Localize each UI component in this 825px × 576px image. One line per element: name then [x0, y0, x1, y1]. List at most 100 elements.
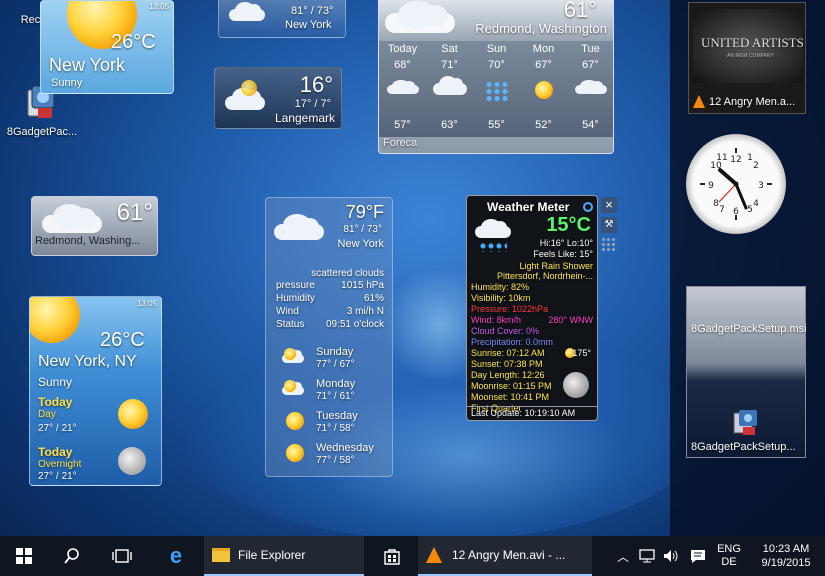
gadget-condition: Sunny	[51, 77, 83, 89]
gadget-condition: Sunny	[38, 375, 73, 389]
gadget-drag-handle[interactable]	[601, 237, 617, 253]
meter-visibility: Visibility: 10km	[471, 293, 531, 303]
edge-button[interactable]: e	[152, 536, 200, 576]
installer-icon	[731, 407, 761, 437]
sun-icon	[30, 297, 80, 343]
gadget-temp: 26°C	[111, 31, 156, 53]
keyboard-label: DE	[721, 556, 737, 568]
forecast-day: Today 68° 57°	[386, 43, 419, 131]
vlc-icon	[693, 95, 705, 108]
speaker-icon	[664, 550, 678, 562]
today-night-title: Today	[38, 445, 73, 459]
store-button[interactable]	[370, 536, 414, 576]
gadget-range: 81° / 73°	[343, 224, 382, 235]
video-thumbnail-gadget[interactable]: UNITED ARTISTS AN MGM COMPANY 12 Angry M…	[688, 2, 806, 114]
start-button[interactable]	[0, 536, 48, 576]
detail-value: 3 mi/h N	[346, 306, 384, 317]
detail-key: Status	[276, 319, 305, 330]
meter-wind: Wind: 8km/h	[471, 315, 522, 325]
action-center-button[interactable]	[686, 536, 710, 576]
gadget-settings-button[interactable]: ⚒	[601, 217, 617, 233]
today-night-sub: Overnight	[38, 459, 82, 470]
ua-title: UNITED ARTISTS	[701, 35, 804, 50]
meter-place: Pittersdorf, Nordrhein-...	[496, 271, 593, 281]
cloud-icon	[574, 79, 607, 94]
clock-button[interactable]: 10:23 AM 9/19/2015	[752, 536, 820, 576]
forecast-day: Tue 67° 54°	[567, 41, 613, 137]
weather-gadget-newyork-large[interactable]: 13:05 26°C New York, NY Sunny Today Day …	[29, 296, 162, 486]
meter-cloud: Cloud Cover: 0%	[471, 326, 540, 336]
sun-icon	[286, 444, 304, 462]
clock-time: 10:23 AM	[762, 543, 810, 555]
forecast-provider: Foreca	[383, 137, 418, 149]
moon-icon	[563, 372, 589, 398]
today-day-range: 27° / 21°	[38, 423, 77, 434]
detail-key: Humidity	[276, 293, 315, 304]
volume-button[interactable]	[660, 536, 682, 576]
refresh-icon[interactable]	[583, 202, 593, 212]
sun-icon	[241, 80, 257, 96]
meter-sunrise: Sunrise: 07:12 AM	[471, 348, 545, 358]
meter-precip: Precipitation: 0.0mm	[471, 337, 554, 347]
desktop-icon-label: 8GadgetPac...	[6, 126, 78, 138]
network-button[interactable]	[636, 536, 658, 576]
show-hidden-icons-button[interactable]: ︿	[614, 536, 632, 576]
notification-icon	[691, 550, 705, 563]
rain-drops-icon	[479, 242, 507, 252]
task-view-button[interactable]	[96, 536, 148, 576]
meter-title: Weather Meter	[487, 200, 570, 214]
weather-gadget-langemark[interactable]: 16° 17° / 7° Langemark	[214, 67, 342, 129]
forecast-days: Today 68° 57° Sat 71° 63° Sun 70° 55° Mo…	[379, 41, 613, 137]
weather-gadget-newyork-detail[interactable]: 79°F 81° / 73° New York scattered clouds…	[265, 197, 393, 477]
taskbar-vlc[interactable]: 12 Angry Men.avi - ...	[418, 536, 592, 576]
gadget-condition: scattered clouds	[311, 268, 384, 279]
gadget-temp: 16°	[299, 72, 333, 97]
analog-clock-gadget[interactable]: 12 3 6 9 10 11 1 2 4578	[686, 134, 786, 234]
svg-text:3: 3	[758, 181, 764, 191]
detail-value: 09:51 o'clock	[325, 319, 384, 330]
weather-gadget-newyork-small[interactable]: 13:05 26°C New York Sunny	[40, 0, 174, 94]
weather-gadget-redmond-small[interactable]: 61° Redmond, Washing...	[31, 196, 158, 256]
svg-text:1: 1	[747, 153, 753, 163]
windows-logo-icon	[16, 548, 32, 564]
search-button[interactable]	[48, 536, 96, 576]
meter-temp: 15°C	[546, 214, 591, 236]
gadget-time: 13:05	[136, 299, 157, 308]
gadget-sidebar: UNITED ARTISTS AN MGM COMPANY 12 Angry M…	[670, 0, 825, 536]
taskbar-file-explorer[interactable]: File Explorer	[204, 536, 364, 576]
gadget-city: Langemark	[274, 111, 335, 125]
chevron-up-icon: ︿	[616, 549, 629, 564]
sun-icon	[284, 348, 296, 360]
meter-daylength: Day Length: 12:26	[471, 370, 545, 380]
meter-wind-dir: 280° WNW	[548, 315, 593, 325]
svg-text:6: 6	[733, 207, 739, 217]
svg-text:2: 2	[753, 161, 759, 171]
input-language-button[interactable]: ENG DE	[712, 536, 746, 576]
file-name-2: 8GadgetPackSetup...	[691, 441, 796, 453]
svg-text:8: 8	[713, 199, 719, 209]
today-day-title: Today	[38, 395, 73, 409]
sun-icon	[118, 399, 148, 429]
cloud-icon	[225, 87, 265, 110]
meter-hilo: Hi:16° Lo:10°	[539, 238, 593, 248]
weather-meter-gadget[interactable]: Weather Meter 15°C Hi:16° Lo:10° Feels L…	[466, 195, 598, 421]
file-drop-gadget[interactable]: 8GadgetPackSetup.msi 8GadgetPackSetup...	[686, 286, 807, 458]
network-icon	[639, 549, 655, 563]
svg-text:11: 11	[716, 153, 727, 163]
weather-gadget-forecast-redmond[interactable]: 61° Redmond, Washington Today 68° 57° Sa…	[378, 0, 614, 154]
forecast-day-name: Tuesday	[316, 410, 358, 422]
gadget-close-button[interactable]: ×	[601, 197, 617, 213]
detail-value: 1015 hPa	[341, 280, 384, 291]
cloud-icon	[42, 204, 102, 233]
forecast-city: Redmond, Washington	[475, 21, 607, 36]
svg-text:5: 5	[747, 205, 753, 215]
clock-date: 9/19/2015	[761, 557, 811, 569]
meter-last-update: Last Update: 10:19:10 AM	[471, 408, 576, 418]
meter-moonset: Moonset: 10:41 PM	[471, 392, 550, 402]
forecast-day-range: 71° / 61°	[316, 391, 355, 402]
weather-gadget-newyork-strip[interactable]: 81° / 73° New York	[218, 0, 346, 38]
gadget-city: New York	[285, 19, 332, 31]
gadget-temp: 26°C	[100, 329, 145, 351]
forecast-day-name: Wednesday	[316, 442, 374, 454]
detail-key: pressure	[276, 280, 315, 291]
